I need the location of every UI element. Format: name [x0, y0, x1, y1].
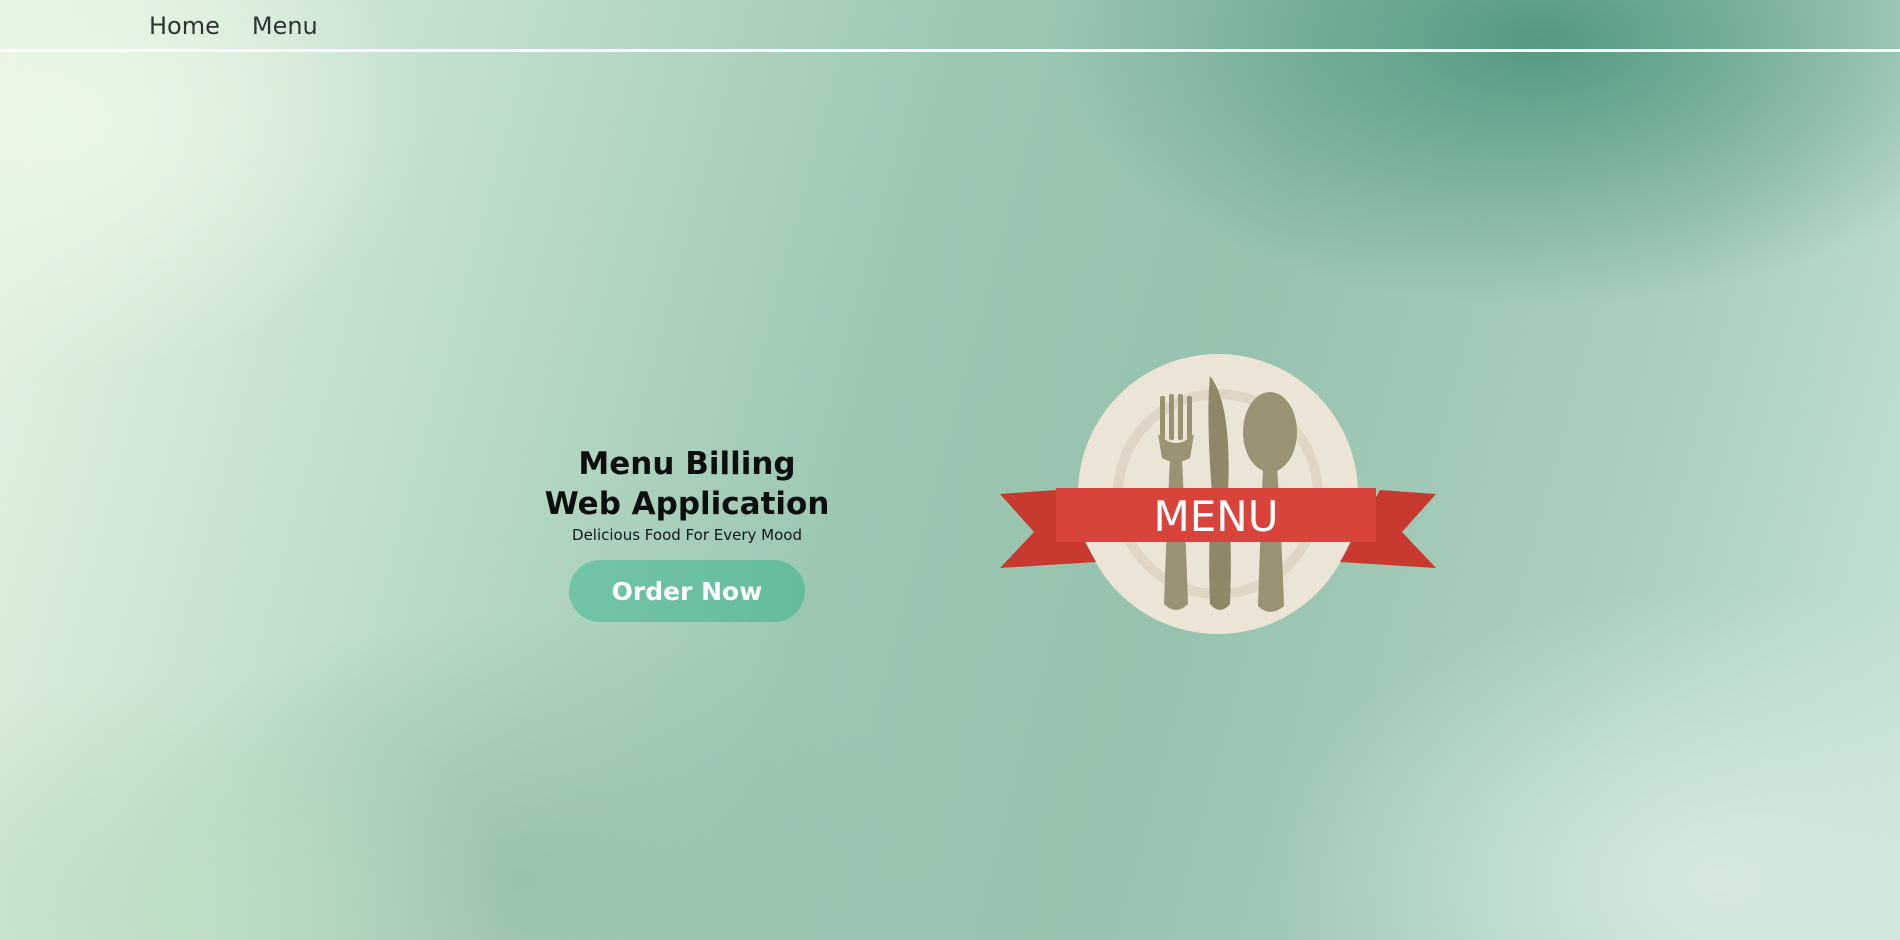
nav-link-menu[interactable]: Menu: [252, 10, 318, 42]
hero-subtitle: Delicious Food For Every Mood: [572, 526, 802, 544]
hero-title: Menu Billing Web Application: [544, 446, 830, 522]
order-now-button[interactable]: Order Now: [569, 560, 805, 622]
nav-link-home[interactable]: Home: [149, 10, 220, 42]
top-navbar: Home Menu: [0, 0, 1900, 52]
menu-logo-icon: MENU: [1000, 354, 1436, 634]
main-nav: Home Menu: [149, 10, 318, 42]
hero-section: Menu Billing Web Application Delicious F…: [537, 444, 837, 622]
menu-banner-text: MENU: [1154, 492, 1279, 541]
